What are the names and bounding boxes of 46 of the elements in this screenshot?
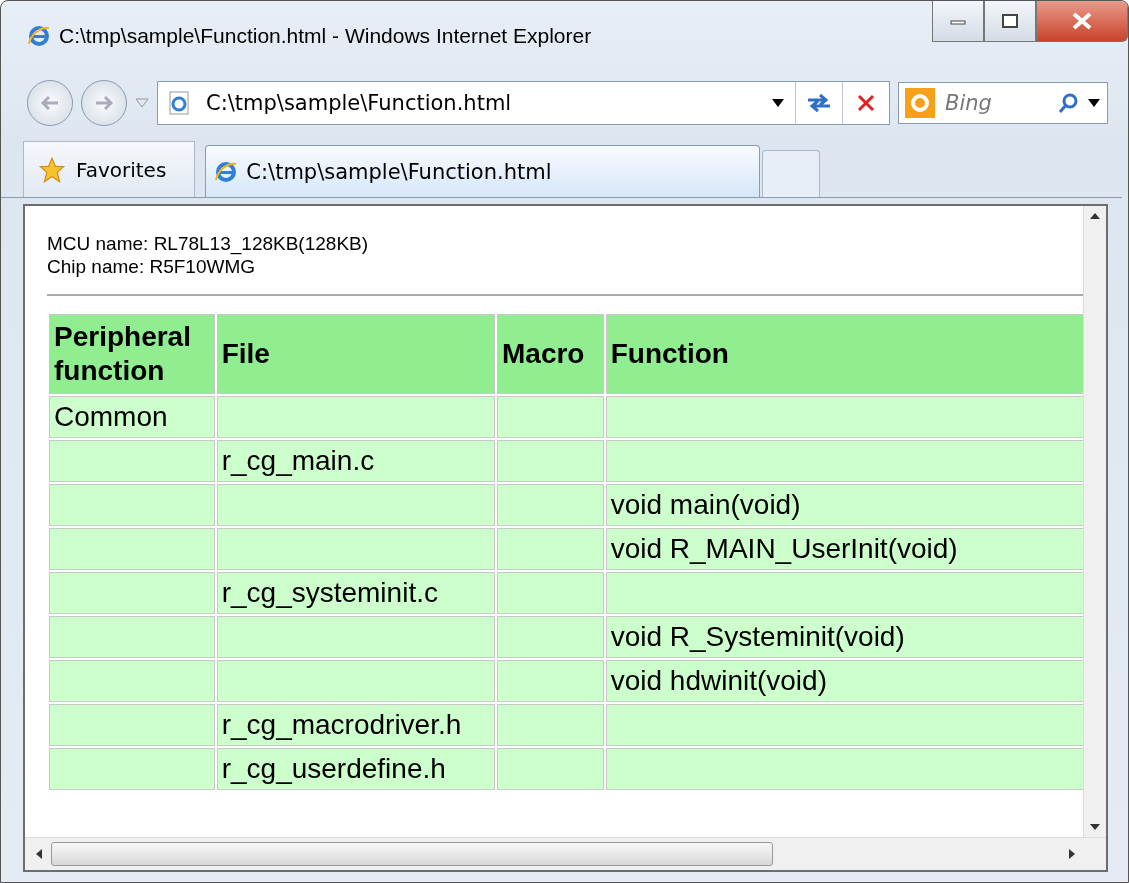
info-line: Chip name: R5F10WMG <box>47 255 256 278</box>
stop-icon <box>856 93 876 113</box>
search-bar[interactable]: Bing <box>898 82 1108 124</box>
table-cell: void hdwinit(void) <box>605 660 1083 702</box>
forward-arrow-icon <box>94 95 114 111</box>
horizontal-scrollbar[interactable] <box>25 837 1106 870</box>
favorites-button[interactable]: Favorites <box>23 141 196 197</box>
table-cell: void main(void) <box>605 484 1083 526</box>
refresh-icon <box>806 92 832 114</box>
table-cell: void R_MAIN_UserInit(void) <box>605 528 1083 570</box>
info-line: MCU name: RL78L13_128KB(128KB) <box>47 232 370 255</box>
table-cell: void R_Systeminit(void) <box>605 616 1083 658</box>
back-arrow-icon <box>40 95 60 111</box>
address-bar[interactable]: C:\tmp\sample\Function.html <box>157 81 890 125</box>
restore-icon <box>1002 14 1018 28</box>
scroll-left-arrow-icon[interactable] <box>35 848 43 860</box>
dropdown-icon[interactable] <box>771 98 785 108</box>
window-title: C:\tmp\sample\Function.html - Windows Internet Explorer <box>59 24 593 48</box>
table-cell: r_cg_systeminit.c <box>216 572 495 614</box>
address-field[interactable]: C:\tmp\sample\Function.html <box>204 81 771 125</box>
table-cell: r_cg_userdefine.h <box>216 748 495 790</box>
scroll-down-arrow-icon[interactable] <box>1089 823 1101 831</box>
column-header: File <box>216 314 495 394</box>
minimize-button[interactable] <box>932 1 984 42</box>
vertical-scrollbar[interactable] <box>1083 206 1106 837</box>
column-header: Function <box>605 314 1083 394</box>
column-header: Macro <box>497 314 604 394</box>
close-icon <box>1071 12 1093 30</box>
scroll-up-arrow-icon[interactable] <box>1089 212 1101 220</box>
table-cell: r_cg_macrodriver.h <box>216 704 495 746</box>
column-header: Peripheral function <box>49 314 215 394</box>
table-cell: Common <box>49 396 215 438</box>
search-provider-icon <box>905 88 935 118</box>
table-cell: r_cg_main.c <box>216 440 495 482</box>
browser-tab[interactable]: C:\tmp\sample\Function.html <box>205 145 761 197</box>
star-icon <box>38 155 66 184</box>
browser-logo-icon <box>27 24 51 48</box>
search-field[interactable]: Bing <box>943 90 1049 116</box>
maximize-button[interactable] <box>984 1 1036 42</box>
scroll-right-arrow-icon[interactable] <box>1068 848 1076 860</box>
dropdown-icon[interactable] <box>1087 98 1101 108</box>
browser-logo-icon <box>214 159 239 184</box>
scrollbar-thumb[interactable] <box>51 842 773 866</box>
search-icon[interactable] <box>1057 92 1079 114</box>
close-button[interactable] <box>1036 1 1128 42</box>
minimize-icon <box>950 17 966 25</box>
